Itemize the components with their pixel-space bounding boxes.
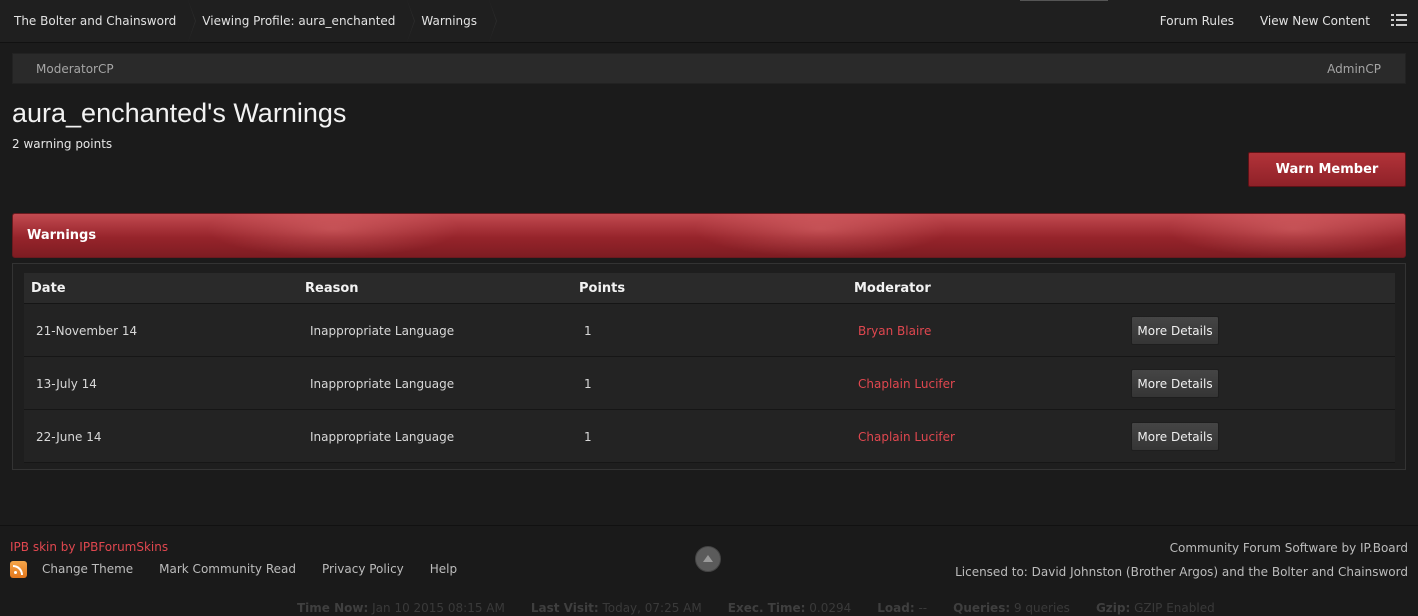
stat-exec-time: Exec. Time: 0.0294 xyxy=(727,601,852,615)
stat-time-now: Time Now: Jan 10 2015 08:15 AM xyxy=(297,601,505,615)
help-link[interactable]: Help xyxy=(430,562,457,576)
admincp-link[interactable]: AdminCP xyxy=(1327,62,1381,76)
warnings-panel: Date Reason Points Moderator 21-November… xyxy=(12,263,1406,470)
top-navigation-bar: The Bolter and Chainsword Viewing Profil… xyxy=(0,0,1418,43)
more-details-button[interactable]: More Details xyxy=(1131,369,1219,398)
top-links: Forum Rules View New Content xyxy=(1160,0,1370,42)
breadcrumb-item-warnings[interactable]: Warnings xyxy=(407,0,497,42)
stat-last-visit: Last Visit: Today, 07:25 AM xyxy=(530,601,702,615)
breadcrumb-item-profile[interactable]: Viewing Profile: aura_enchanted xyxy=(188,0,416,42)
section-title: Warnings xyxy=(27,228,97,243)
page-stats: Time Now: Jan 10 2015 08:15 AM Last Visi… xyxy=(297,601,1215,615)
stat-gzip: Gzip: GZIP Enabled xyxy=(1095,601,1215,615)
rss-icon[interactable] xyxy=(10,561,27,578)
footer-links: Change Theme Mark Community Read Privacy… xyxy=(42,562,457,576)
more-details-button[interactable]: More Details xyxy=(1131,316,1219,345)
warning-reason: Inappropriate Language xyxy=(310,377,455,391)
page-title: aura_enchanted's Warnings xyxy=(12,98,347,128)
view-new-content-link[interactable]: View New Content xyxy=(1260,0,1370,42)
warning-points: 1 xyxy=(584,430,592,444)
column-header-date: Date xyxy=(31,281,66,296)
moderator-bar: ModeratorCP AdminCP xyxy=(12,53,1406,84)
table-header: Date Reason Points Moderator xyxy=(24,273,1395,304)
stat-queries: Queries: 9 queries xyxy=(953,601,1070,615)
table-row: 22-June 14 Inappropriate Language 1 Chap… xyxy=(24,410,1395,463)
page-footer: IPB skin by IPBForumSkins Change Theme M… xyxy=(0,525,1418,616)
list-menu-icon[interactable] xyxy=(1391,14,1407,26)
warning-date: 13-July 14 xyxy=(36,377,97,391)
warnings-table: Date Reason Points Moderator 21-November… xyxy=(24,273,1395,463)
warning-reason: Inappropriate Language xyxy=(310,324,455,338)
more-details-button[interactable]: More Details xyxy=(1131,422,1219,451)
warnings-section-header: Warnings xyxy=(12,213,1406,258)
breadcrumb: The Bolter and Chainsword Viewing Profil… xyxy=(0,0,497,42)
breadcrumb-item-forum[interactable]: The Bolter and Chainsword xyxy=(0,0,197,42)
warning-date: 21-November 14 xyxy=(36,324,138,338)
warn-member-button[interactable]: Warn Member xyxy=(1248,152,1406,187)
column-header-moderator: Moderator xyxy=(854,281,931,296)
arrow-up-icon[interactable] xyxy=(695,546,721,572)
warning-points: 1 xyxy=(584,377,592,391)
warning-date: 22-June 14 xyxy=(36,430,102,444)
skin-credit-link[interactable]: IPB skin by IPBForumSkins xyxy=(10,540,168,554)
software-credit[interactable]: Community Forum Software by IP.Board xyxy=(1170,541,1408,555)
table-row: 13-July 14 Inappropriate Language 1 Chap… xyxy=(24,357,1395,410)
mark-community-read-link[interactable]: Mark Community Read xyxy=(159,562,296,576)
column-header-reason: Reason xyxy=(305,281,359,296)
moderator-link[interactable]: Chaplain Lucifer xyxy=(858,377,955,391)
license-text: Licensed to: David Johnston (Brother Arg… xyxy=(955,565,1408,579)
moderatorcp-link[interactable]: ModeratorCP xyxy=(36,62,114,76)
topbar-highlight xyxy=(1020,0,1108,1)
warning-reason: Inappropriate Language xyxy=(310,430,455,444)
forum-rules-link[interactable]: Forum Rules xyxy=(1160,0,1234,42)
privacy-policy-link[interactable]: Privacy Policy xyxy=(322,562,404,576)
moderator-link[interactable]: Chaplain Lucifer xyxy=(858,430,955,444)
table-row: 21-November 14 Inappropriate Language 1 … xyxy=(24,304,1395,357)
warning-points: 1 xyxy=(584,324,592,338)
stat-load: Load: -- xyxy=(877,601,928,615)
change-theme-link[interactable]: Change Theme xyxy=(42,562,133,576)
moderator-link[interactable]: Bryan Blaire xyxy=(858,324,931,338)
warning-points-summary: 2 warning points xyxy=(12,137,113,151)
column-header-points: Points xyxy=(579,281,626,296)
